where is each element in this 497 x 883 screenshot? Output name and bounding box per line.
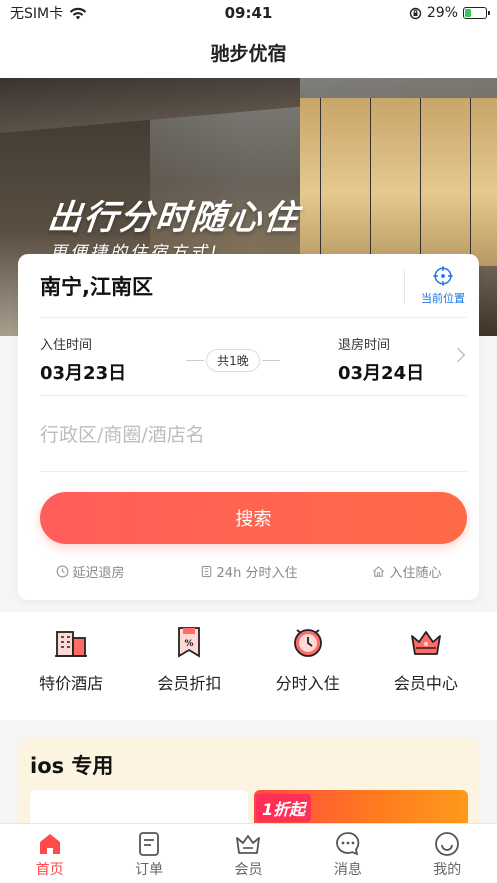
tab-orders[interactable]: 订单 xyxy=(109,824,189,883)
battery-icon xyxy=(463,7,490,19)
hero-title: 出行分时随心住 xyxy=(45,198,302,238)
discount-icon: % xyxy=(178,627,201,658)
orientation-lock-icon xyxy=(409,7,422,19)
checkout-date[interactable]: 退房时间 03月24日 xyxy=(338,334,424,385)
feature-tags: 延迟退房 24h 分时入住 入住随心 xyxy=(18,558,479,584)
current-location-button[interactable]: 当前位置 xyxy=(419,265,467,306)
svg-text:%: % xyxy=(185,639,194,649)
feature-late-checkout: 延迟退房 xyxy=(56,562,125,581)
nights-badge: 共1晚 xyxy=(186,348,280,372)
tab-home[interactable]: 首页 xyxy=(10,824,90,883)
tab-member[interactable]: 会员 xyxy=(208,824,288,883)
hourglass-icon xyxy=(201,565,211,577)
keyword-input[interactable]: 行政区/商圈/酒店名 xyxy=(40,396,467,472)
clock-icon xyxy=(293,629,322,657)
hotel-icon xyxy=(55,631,88,657)
nav-bar: 驰步优宿 xyxy=(0,26,497,78)
chevron-right-icon xyxy=(450,347,466,363)
tab-profile[interactable]: 我的 xyxy=(407,824,487,883)
clock-time: 09:41 xyxy=(224,4,273,22)
quick-entry-hourly-stay[interactable]: 分时入住 xyxy=(258,612,358,720)
house-small-icon xyxy=(373,565,385,577)
feature-flexible-checkin: 入住随心 xyxy=(372,562,441,581)
locate-icon xyxy=(433,266,453,286)
tab-messages[interactable]: 消息 xyxy=(308,824,388,883)
promo-badge: 1折起 xyxy=(256,794,312,822)
checkin-date[interactable]: 入住时间 03月23日 xyxy=(40,334,126,385)
status-bar: 无SIM卡 09:41 29% xyxy=(0,0,497,26)
search-card: 南宁,江南区 当前位置 入住时间 03月23日 共1晚 退房时间 03月24日 … xyxy=(18,254,479,600)
ios-section-title: ios 专用 xyxy=(30,754,114,778)
home-icon xyxy=(39,834,60,854)
order-icon xyxy=(139,832,159,856)
feature-hourly-stay: 24h 分时入住 xyxy=(200,562,297,581)
location-row: 南宁,江南区 当前位置 xyxy=(40,254,467,318)
quick-entry-grid: 特价酒店 % 会员折扣 分时入住 会员中心 xyxy=(0,612,497,720)
battery-percent: 29% xyxy=(426,5,458,21)
message-icon xyxy=(336,832,360,856)
bottom-tab-bar: 首页 订单 会员 消息 我的 xyxy=(0,823,497,883)
profile-icon xyxy=(435,832,460,856)
city-district-select[interactable]: 南宁,江南区 xyxy=(40,271,404,301)
quick-entry-member-center[interactable]: 会员中心 xyxy=(376,612,476,720)
crown-icon xyxy=(410,631,441,655)
member-icon xyxy=(236,835,261,854)
clock-small-icon xyxy=(56,565,68,577)
search-button[interactable]: 搜索 xyxy=(40,492,467,544)
current-location-label: 当前位置 xyxy=(421,292,465,305)
quick-entry-special-hotels[interactable]: 特价酒店 xyxy=(21,612,121,720)
wifi-icon xyxy=(69,7,87,19)
date-picker-row[interactable]: 入住时间 03月23日 共1晚 退房时间 03月24日 xyxy=(40,318,467,396)
page-title: 驰步优宿 xyxy=(210,42,287,65)
carrier-label: 无SIM卡 xyxy=(10,6,64,22)
app-screen: 无SIM卡 09:41 29% 驰步优宿 出行分时随心住 更便捷的住宿方式! 南… xyxy=(0,0,497,883)
quick-entry-member-discount[interactable]: % 会员折扣 xyxy=(139,612,239,720)
